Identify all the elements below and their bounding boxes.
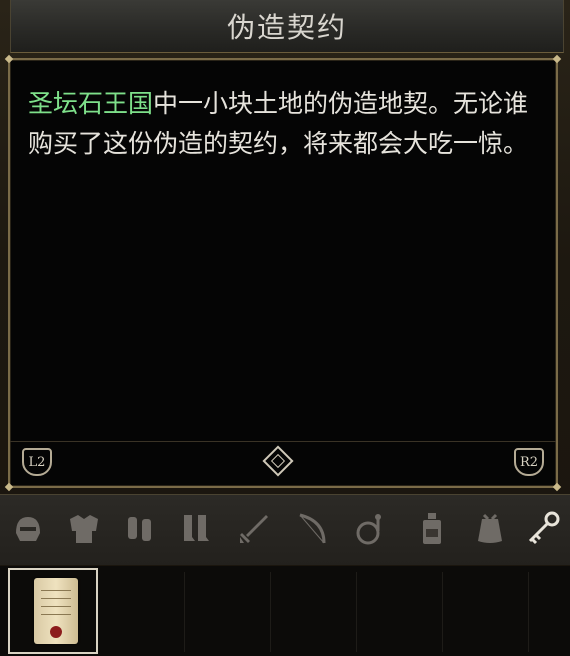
center-diamond-icon [262,445,294,477]
inventory-window: 伪造契约 圣坛石王国中一小块土地的伪造地契。无论谁购买了这份伪造的契约，将来都会… [0,0,570,656]
potion-icon[interactable] [410,507,454,551]
ingredients-icon[interactable] [350,507,394,551]
scroll-line [41,606,71,607]
inventory-slot[interactable] [358,572,443,652]
gauntlets-icon[interactable] [118,507,162,551]
description-highlight: 圣坛石王国 [28,89,154,118]
inventory-slot[interactable] [272,572,357,652]
l2-button[interactable]: L2 [22,448,52,476]
r2-button[interactable]: R2 [514,448,544,476]
armor-icon[interactable] [62,507,106,551]
pouch-icon[interactable] [468,507,512,551]
wax-seal [50,626,62,638]
keys-icon[interactable] [522,507,566,551]
scroll-line [41,590,71,591]
title-bar: 伪造契约 [10,0,564,53]
r2-label: R2 [519,454,539,470]
corner-ornament [552,54,562,64]
scroll-line [41,614,71,615]
inventory-slot[interactable] [444,572,529,652]
selected-inventory-slot[interactable] [8,568,98,654]
item-description: 圣坛石王国中一小块土地的伪造地契。无论谁购买了这份伪造的契约，将来都会大吃一惊。 [28,84,538,164]
helmet-icon[interactable] [6,507,50,551]
item-title: 伪造契约 [226,11,347,44]
inventory-grid [0,566,570,656]
description-panel: 圣坛石王国中一小块土地的伪造地契。无论谁购买了这份伪造的契约，将来都会大吃一惊。… [4,54,562,492]
scroll-icon [34,578,78,644]
sword-icon[interactable] [232,507,276,551]
inventory-slot[interactable] [186,572,271,652]
corner-ornament [4,54,14,64]
category-tabs [0,494,570,565]
scroll-line [41,598,71,599]
bow-icon[interactable] [290,507,334,551]
l2-label: L2 [28,454,46,470]
boots-icon[interactable] [174,507,218,551]
page-nav: L2 R2 [10,441,556,486]
inventory-slot[interactable] [100,572,185,652]
